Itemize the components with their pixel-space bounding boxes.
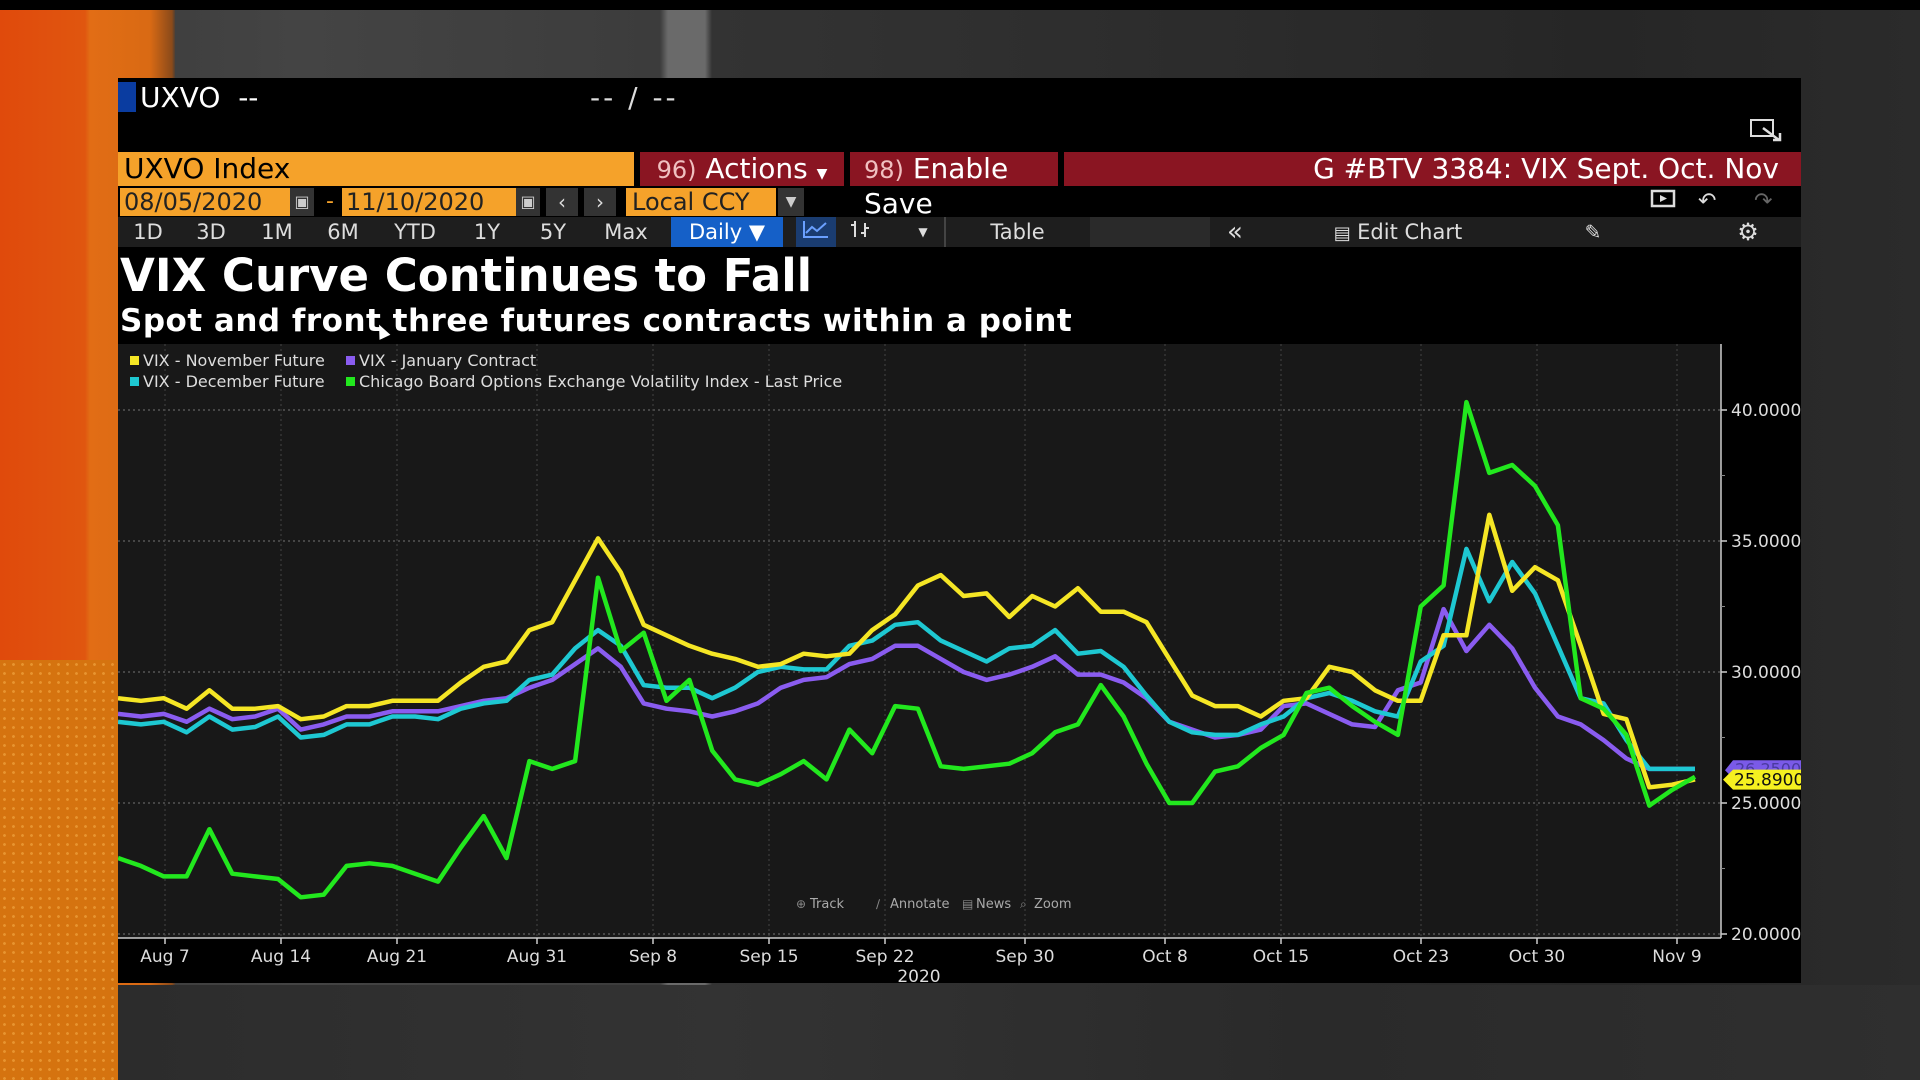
- x-tick-label: Nov 9: [1652, 947, 1701, 967]
- redo-icon[interactable]: ↷: [1754, 188, 1772, 216]
- calendar-icon[interactable]: ▣: [290, 188, 314, 216]
- last-price-label: 25.8900: [1734, 771, 1801, 791]
- save-number: 98): [864, 156, 904, 184]
- x-tick-label: Sep 8: [629, 947, 677, 967]
- pen-icon[interactable]: ✎: [1568, 217, 1618, 247]
- range-1y[interactable]: 1Y: [454, 217, 520, 247]
- date-toolbar: 08/05/2020 ▣ - 11/10/2020 ▣ ‹ › Local CC…: [118, 188, 1801, 216]
- presentation-icon[interactable]: [1650, 188, 1676, 216]
- background-top-bar: [0, 0, 1920, 10]
- start-date-input[interactable]: 08/05/2020: [120, 188, 290, 216]
- range-toolbar: 1D 3D 1M 6M YTD 1Y 5Y Max Daily ▼ ▼ Tabl…: [118, 217, 1801, 247]
- news-icon: ▤: [962, 897, 973, 911]
- x-tick-label: Aug 21: [367, 947, 427, 967]
- y-tick-label: 30.0000: [1731, 663, 1801, 683]
- legend-swatch: [346, 356, 355, 365]
- chevron-down-icon: ▼: [816, 166, 828, 182]
- chart-tool-label: Track: [809, 897, 844, 912]
- plot-background: [118, 344, 1721, 938]
- legend-label: VIX - December Future: [143, 372, 325, 391]
- x-axis: Aug 7 Aug 14 Aug 21 Aug 31 Sep 8 Sep 15 Sep 22…: [118, 937, 1721, 983]
- edit-chart-button[interactable]: ▤ Edit Chart: [1298, 217, 1498, 247]
- bar-style-icon[interactable]: [840, 217, 880, 247]
- security-input[interactable]: UXVO Index: [118, 152, 634, 186]
- y-tick-label: 25.0000: [1731, 794, 1801, 814]
- crosshair-icon: ⊕: [796, 897, 806, 911]
- legend-label: VIX - January Contract: [359, 351, 536, 370]
- x-tick-label: Aug 14: [251, 947, 311, 967]
- range-1d[interactable]: 1D: [118, 217, 178, 247]
- x-tick-label: Oct 30: [1509, 947, 1565, 967]
- double-chevron-left-icon[interactable]: «: [1210, 217, 1260, 247]
- x-tick-label: Aug 7: [140, 947, 189, 967]
- actions-number: 96): [656, 156, 697, 184]
- chart-tool-label: Annotate: [890, 897, 949, 912]
- chart-subtitle: Spot and front three futures contracts w…: [120, 303, 1073, 339]
- y-tick-label: 35.0000: [1731, 532, 1801, 552]
- x-tick-label: Sep 15: [739, 947, 798, 967]
- legend-swatch: [346, 377, 355, 386]
- background-bottom: [118, 985, 1920, 1080]
- chart-title-field[interactable]: G #BTV 3384: VIX Sept. Oct. Nov: [1064, 152, 1801, 186]
- chart-area[interactable]: VIX - November Future VIX - January Contr…: [118, 344, 1801, 983]
- x-tick-label: Oct 15: [1253, 947, 1309, 967]
- chevron-down-icon: ▼: [748, 220, 765, 244]
- chevron-down-icon[interactable]: ▼: [908, 217, 938, 247]
- actions-button[interactable]: 96) Actions ▼: [640, 152, 844, 186]
- enable-save-button[interactable]: 98) Enable Save: [850, 152, 1058, 220]
- chart-tool-track[interactable]: ⊕ Track: [796, 897, 844, 912]
- range-1m[interactable]: 1M: [244, 217, 310, 247]
- gear-icon[interactable]: ⚙: [1728, 217, 1768, 247]
- x-tick-label: Oct 23: [1393, 947, 1449, 967]
- table-button[interactable]: Table: [945, 217, 1090, 247]
- chart-title: VIX Curve Continues to Fall: [120, 249, 813, 302]
- end-date-input[interactable]: 11/10/2020: [342, 188, 518, 216]
- undo-icon[interactable]: ↶: [1698, 188, 1716, 216]
- frequency-label: Daily: [689, 220, 743, 244]
- blank-segment: [1090, 217, 1210, 247]
- legend-label: VIX - November Future: [143, 351, 325, 370]
- x-tick-label: Aug 31: [507, 947, 567, 967]
- legend-swatch: [130, 377, 139, 386]
- y-tick-label: 40.0000: [1731, 401, 1801, 421]
- legend-label: Chicago Board Options Exchange Volatilit…: [359, 372, 842, 391]
- magnifier-icon: ⌕: [1020, 897, 1027, 911]
- line-chart-icon[interactable]: [796, 217, 836, 247]
- range-3d[interactable]: 3D: [178, 217, 244, 247]
- popout-icon[interactable]: [1749, 118, 1783, 144]
- axis-background: [1721, 344, 1801, 938]
- window-header: UXVO -- -- / --: [118, 78, 1801, 150]
- currency-select[interactable]: Local CCY: [626, 188, 776, 216]
- edit-chart-label: Edit Chart: [1357, 220, 1463, 244]
- x-tick-label: Oct 8: [1142, 947, 1188, 967]
- chevron-left-icon[interactable]: ‹: [546, 188, 578, 216]
- chevron-down-icon[interactable]: ▼: [778, 188, 804, 216]
- edit-chart-icon: ▤: [1333, 223, 1351, 244]
- range-6m[interactable]: 6M: [310, 217, 376, 247]
- actions-label: Actions: [705, 152, 808, 185]
- ticker-color-marker: [118, 82, 136, 112]
- chart-tool-label: Zoom: [1034, 897, 1071, 912]
- chevron-right-icon[interactable]: ›: [584, 188, 616, 216]
- calendar-icon[interactable]: ▣: [516, 188, 540, 216]
- range-max[interactable]: Max: [586, 217, 666, 247]
- legend-swatch: [130, 356, 139, 365]
- x-axis-year-label: 2020: [897, 967, 940, 983]
- price-change: -- / --: [590, 81, 679, 114]
- x-tick-label: Sep 22: [855, 947, 914, 967]
- chart-tool-news[interactable]: ▤ News: [962, 897, 1011, 912]
- ticker-label: UXVO --: [140, 81, 259, 114]
- x-tick-label: Sep 30: [995, 947, 1054, 967]
- date-separator: -: [326, 189, 334, 214]
- terminal-window: UXVO -- -- / -- UXVO Index 96) Actions ▼…: [118, 78, 1801, 983]
- frequency-select[interactable]: Daily ▼: [671, 217, 783, 247]
- background-orange-dots: [0, 660, 118, 1080]
- range-5y[interactable]: 5Y: [520, 217, 586, 247]
- range-ytd[interactable]: YTD: [376, 217, 454, 247]
- security-toolbar: UXVO Index 96) Actions ▼ 98) Enable Save…: [118, 152, 1801, 220]
- chart-tool-label: News: [976, 897, 1011, 912]
- y-tick-label: 20.0000: [1731, 925, 1801, 945]
